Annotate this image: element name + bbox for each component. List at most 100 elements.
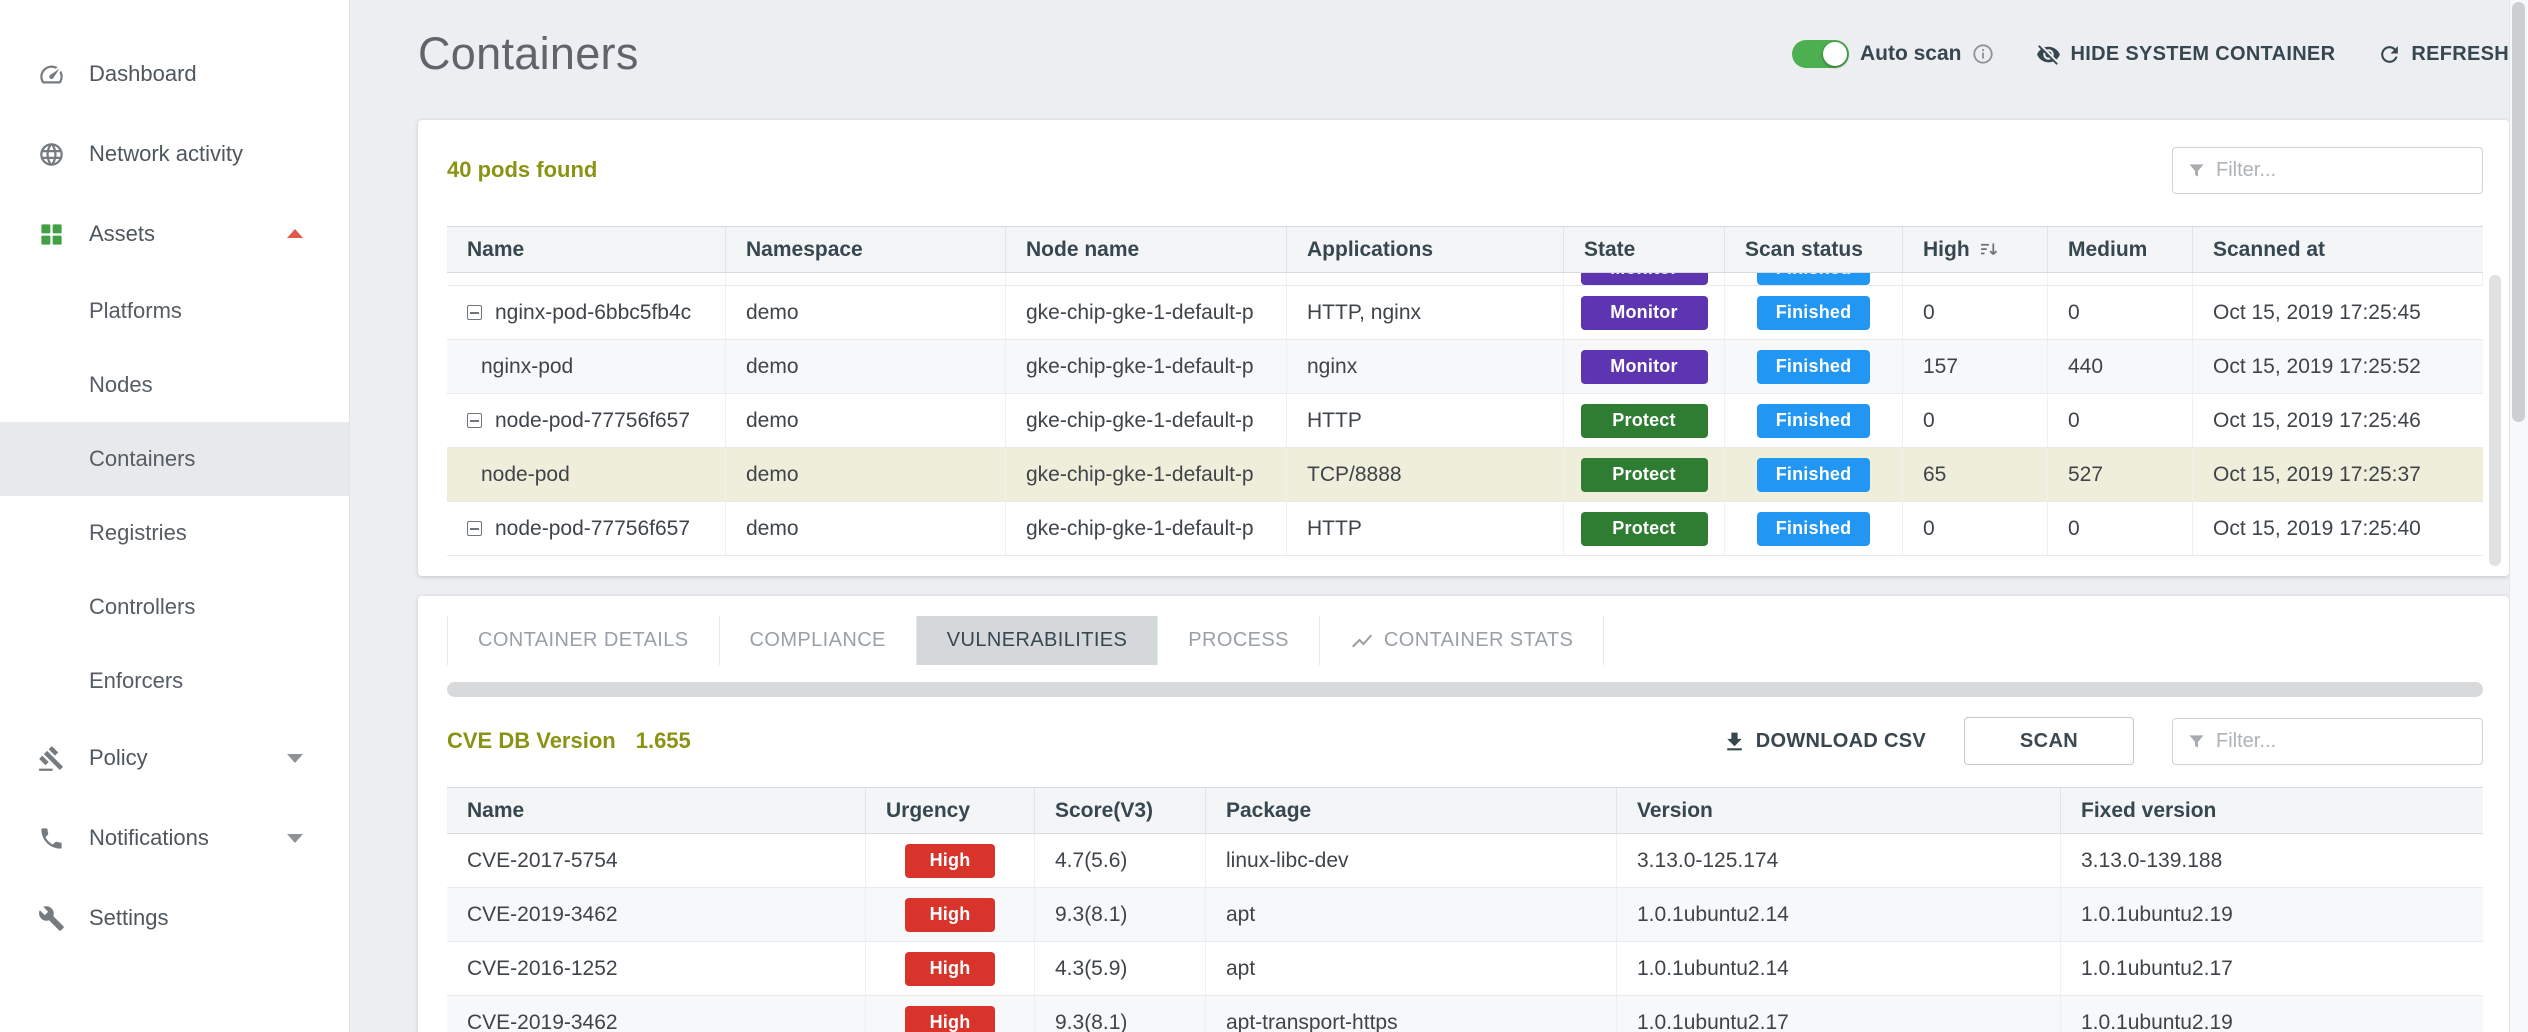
sidebar-item-label: Notifications — [89, 825, 209, 851]
cve-db-version-label: CVE DB Version — [447, 728, 616, 754]
vuln-filter-input[interactable] — [2216, 730, 2472, 753]
detail-toolbar: CVE DB Version 1.655 DOWNLOAD CSV SCAN — [447, 717, 2483, 765]
tab-container-stats[interactable]: CONTAINER STATS — [1320, 616, 1604, 665]
info-icon[interactable] — [1972, 43, 1994, 65]
sidebar-item-containers[interactable]: Containers — [0, 422, 349, 496]
state-badge: Monitor — [1581, 273, 1708, 285]
pod-row[interactable]: node-pod-77756f657 demo gke-chip-gke-1-d… — [447, 394, 2483, 448]
page-scrollbar[interactable] — [2509, 0, 2528, 1032]
pod-medium-count: 0 — [2048, 286, 2193, 339]
line-chart-icon — [1350, 629, 1374, 653]
sidebar-item-settings[interactable]: Settings — [0, 878, 349, 958]
sidebar-item-dashboard[interactable]: Dashboard — [0, 34, 349, 114]
pods-count: 40 pods found — [447, 157, 597, 183]
column-header-scan-status[interactable]: Scan status — [1725, 227, 1903, 272]
pod-medium-count: 0 — [2048, 394, 2193, 447]
cve-row[interactable]: CVE-2019-3462 High 9.3(8.1) apt-transpor… — [447, 996, 2483, 1032]
column-header-node-name[interactable]: Node name — [1006, 227, 1287, 272]
pod-namespace: demo — [726, 286, 1006, 339]
sidebar-item-assets[interactable]: Assets — [0, 194, 349, 274]
cve-row[interactable]: CVE-2019-3462 High 9.3(8.1) apt 1.0.1ubu… — [447, 888, 2483, 942]
cve-row[interactable]: CVE-2016-1252 High 4.3(5.9) apt 1.0.1ubu… — [447, 942, 2483, 996]
sidebar-item-notifications[interactable]: Notifications — [0, 798, 349, 878]
pod-name: nginx-pod-6bbc5fb4c — [495, 301, 691, 325]
header-actions: Auto scan HIDE SYSTEM CONTAINER REFRESH — [1792, 40, 2509, 68]
pod-high-count: 65 — [1903, 448, 2048, 501]
collapse-row-icon[interactable] — [467, 521, 482, 536]
cve-package: apt — [1206, 942, 1617, 995]
vuln-table-header: Name Urgency Score(V3) Package Version F… — [447, 787, 2483, 834]
tab-compliance[interactable]: COMPLIANCE — [720, 616, 917, 665]
scan-status-badge: Finished — [1757, 296, 1870, 330]
tab-vulnerabilities[interactable]: VULNERABILITIES — [917, 616, 1159, 665]
pod-row-partial[interactable]: Monitor Finished — [447, 273, 2483, 286]
column-header-applications[interactable]: Applications — [1287, 227, 1564, 272]
pod-scanned-at: Oct 15, 2019 17:25:52 — [2193, 340, 2483, 393]
auto-scan-toggle[interactable] — [1792, 40, 1849, 68]
pod-row[interactable]: nginx-pod demo gke-chip-gke-1-default-p … — [447, 340, 2483, 394]
refresh-button[interactable]: REFRESH — [2377, 42, 2509, 67]
sidebar-item-nodes[interactable]: Nodes — [0, 348, 349, 422]
sidebar-item-enforcers[interactable]: Enforcers — [0, 644, 349, 718]
scan-button[interactable]: SCAN — [1964, 717, 2134, 765]
sort-descending-icon — [1978, 239, 1999, 260]
column-header-score[interactable]: Score(V3) — [1035, 788, 1206, 833]
column-header-name[interactable]: Name — [447, 788, 866, 833]
chevron-down-icon — [287, 834, 303, 843]
phone-icon — [38, 825, 65, 852]
pod-high-count: 0 — [1903, 394, 2048, 447]
sidebar-item-policy[interactable]: Policy — [0, 718, 349, 798]
page-scrollbar-thumb[interactable] — [2512, 2, 2525, 422]
auto-scan-group: Auto scan — [1792, 40, 1995, 68]
tab-container-details[interactable]: CONTAINER DETAILS — [447, 616, 720, 665]
urgency-badge: High — [905, 952, 995, 986]
gavel-icon — [38, 745, 65, 772]
column-header-name[interactable]: Name — [447, 227, 726, 272]
pod-applications: nginx — [1287, 340, 1564, 393]
cve-db-version: CVE DB Version 1.655 — [447, 728, 691, 754]
pod-row[interactable]: nginx-pod-6bbc5fb4c demo gke-chip-gke-1-… — [447, 286, 2483, 340]
pods-filter-box — [2172, 147, 2483, 194]
download-csv-button[interactable]: DOWNLOAD CSV — [1722, 729, 1926, 754]
pod-medium-count: 440 — [2048, 340, 2193, 393]
column-header-scanned-at[interactable]: Scanned at — [2193, 227, 2483, 272]
pod-namespace: demo — [726, 394, 1006, 447]
column-header-fixed-version[interactable]: Fixed version — [2061, 788, 2483, 833]
cve-row[interactable]: CVE-2017-5754 High 4.7(5.6) linux-libc-d… — [447, 834, 2483, 888]
pod-name: node-pod-77756f657 — [495, 517, 690, 541]
column-header-medium[interactable]: Medium — [2048, 227, 2193, 272]
pod-applications: HTTP, nginx — [1287, 286, 1564, 339]
state-badge: Monitor — [1581, 296, 1708, 330]
sidebar-item-network-activity[interactable]: Network activity — [0, 114, 349, 194]
page-title: Containers — [418, 28, 639, 80]
cve-version: 3.13.0-125.174 — [1617, 834, 2061, 887]
detail-tabs: CONTAINER DETAILS COMPLIANCE VULNERABILI… — [447, 616, 1604, 665]
pods-table-scrollbar[interactable] — [2489, 275, 2501, 566]
pod-scanned-at: Oct 15, 2019 17:25:37 — [2193, 448, 2483, 501]
hide-system-container-button[interactable]: HIDE SYSTEM CONTAINER — [2036, 42, 2335, 67]
pod-row-selected[interactable]: node-pod demo gke-chip-gke-1-default-p T… — [447, 448, 2483, 502]
pod-row[interactable]: node-pod-77756f657 demo gke-chip-gke-1-d… — [447, 502, 2483, 556]
wrench-icon — [38, 905, 65, 932]
column-header-high[interactable]: High — [1903, 227, 2048, 272]
pod-node-name: gke-chip-gke-1-default-p — [1006, 448, 1287, 501]
sidebar-item-registries[interactable]: Registries — [0, 496, 349, 570]
column-header-urgency[interactable]: Urgency — [866, 788, 1035, 833]
urgency-badge: High — [905, 1006, 995, 1032]
column-header-version[interactable]: Version — [1617, 788, 2061, 833]
collapse-row-icon[interactable] — [467, 413, 482, 428]
tabs-horizontal-scrollbar[interactable] — [447, 682, 2483, 697]
column-header-package[interactable]: Package — [1206, 788, 1617, 833]
column-header-state[interactable]: State — [1564, 227, 1725, 272]
column-header-namespace[interactable]: Namespace — [726, 227, 1006, 272]
sidebar-item-controllers[interactable]: Controllers — [0, 570, 349, 644]
pods-filter-input[interactable] — [2216, 159, 2472, 182]
pod-name: node-pod-77756f657 — [495, 409, 690, 433]
scan-status-badge: Finished — [1757, 350, 1870, 384]
sidebar-item-platforms[interactable]: Platforms — [0, 274, 349, 348]
tab-process[interactable]: PROCESS — [1158, 616, 1320, 665]
filter-funnel-icon — [2186, 160, 2207, 181]
collapse-row-icon[interactable] — [467, 305, 482, 320]
scan-status-badge: Finished — [1757, 273, 1870, 285]
scan-status-badge: Finished — [1757, 404, 1870, 438]
